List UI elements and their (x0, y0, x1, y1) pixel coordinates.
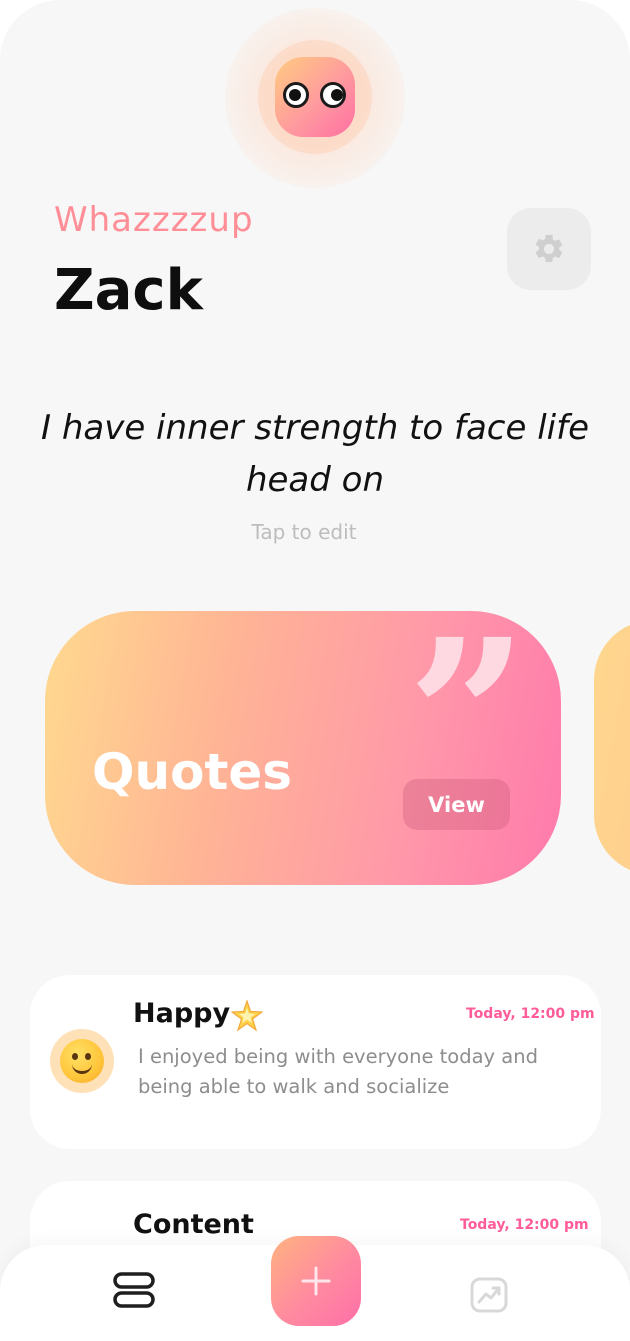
entry-mood-title: Happy (133, 998, 231, 1029)
avatar-left-eye (283, 82, 309, 108)
app-screen: Whazzzzup Zack I have inner strength to … (0, 0, 630, 1341)
add-entry-button[interactable] (271, 1236, 361, 1326)
list-icon[interactable] (113, 1272, 155, 1308)
plus-icon (301, 1266, 331, 1296)
chart-icon[interactable] (470, 1277, 508, 1313)
quotes-card-title: Quotes (92, 743, 293, 801)
avatar-right-eye (320, 82, 346, 108)
next-card-peek[interactable] (594, 620, 630, 875)
entry-timestamp: Today, 12:00 pm (460, 1217, 589, 1233)
entry-timestamp: Today, 12:00 pm (466, 1006, 595, 1022)
tap-to-edit-hint: Tap to edit (251, 520, 357, 544)
sparkle-star-icon (231, 1000, 263, 1032)
view-quotes-button[interactable]: View (403, 779, 510, 830)
greeting-text: Whazzzzup (54, 200, 254, 240)
mood-icon-container (50, 1029, 114, 1093)
entry-text: I enjoyed being with everyone today and … (138, 1045, 538, 1098)
settings-button[interactable] (507, 208, 591, 290)
entry-mood-title: Content (133, 1209, 254, 1240)
username: Zack (54, 258, 203, 323)
gear-icon (535, 234, 563, 263)
smiley-face-icon (60, 1039, 104, 1083)
affirmation-text[interactable]: I have inner strength to face life head … (40, 402, 590, 506)
